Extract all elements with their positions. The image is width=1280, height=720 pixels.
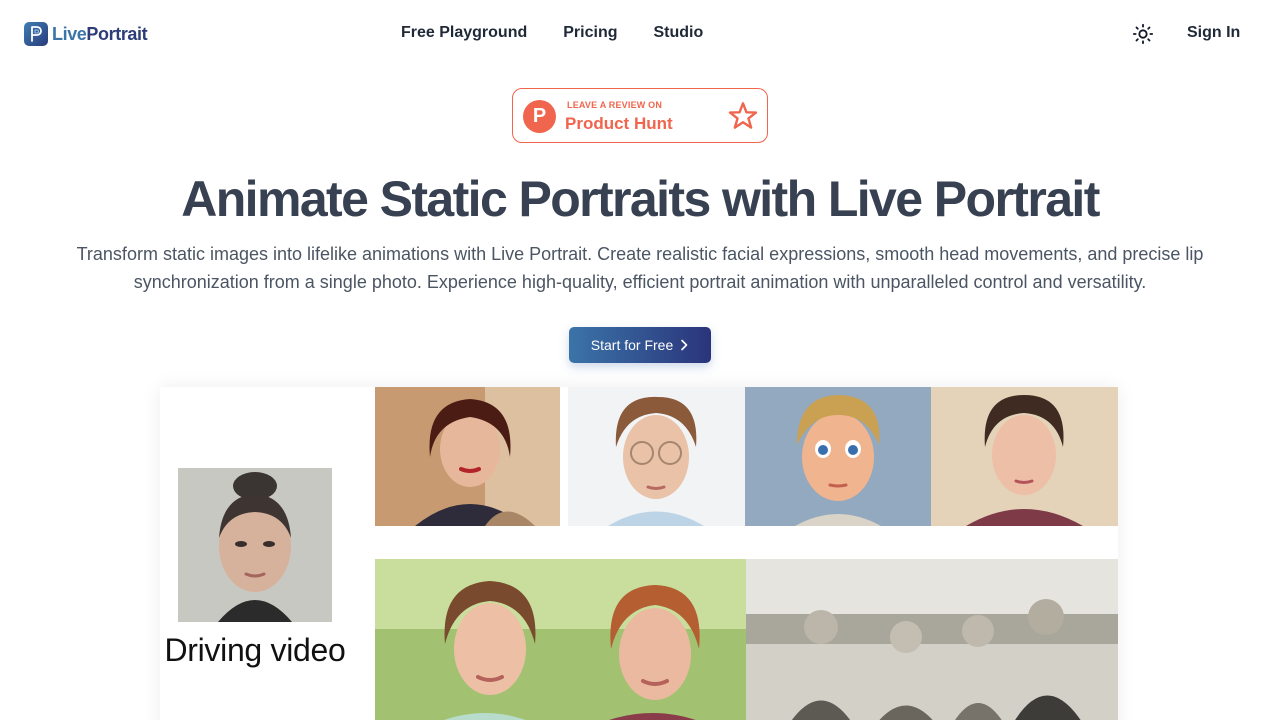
star-icon [728,102,758,129]
brand-name: LivePortrait [52,23,148,44]
theme-toggle-button[interactable] [1131,22,1155,46]
start-for-free-button[interactable]: Start for Free [569,327,711,363]
portrait-tile-woman-vintage[interactable] [375,387,560,526]
sign-in-link[interactable]: Sign In [1187,24,1240,42]
portrait-tile-boy-glasses[interactable] [568,387,745,526]
driving-video-frame[interactable] [178,468,332,622]
badge-big-text: Product Hunt [565,114,673,133]
demo-showcase: Driving video [160,387,1118,720]
portrait-tile-cartoon-boy[interactable] [745,387,931,526]
portrait-tile-two-women[interactable] [375,559,746,720]
sun-icon [1132,23,1154,45]
badge-small-text: LEAVE A REVIEW ON [567,100,663,110]
main-menu: Free Playground Pricing Studio [401,24,703,42]
top-nav: LivePortrait Free Playground Pricing Stu… [0,0,1280,68]
driving-video-label: Driving video [164,632,346,668]
product-hunt-icon: P [523,100,556,133]
hero-subtitle: Transform static images into lifelike an… [76,244,1204,292]
product-hunt-badge[interactable]: P LEAVE A REVIEW ON Product Hunt [512,88,768,143]
chevron-right-icon [681,339,688,351]
portrait-tile-woman-painting[interactable] [931,387,1118,526]
cta-label: Start for Free [590,337,674,353]
nav-link-free-playground[interactable]: Free Playground [401,24,527,42]
portrait-tile-group-photo[interactable] [746,559,1118,720]
logo-icon [24,22,48,46]
nav-link-pricing[interactable]: Pricing [563,24,617,42]
hero-title: Animate Static Portraits with Live Portr… [181,171,1100,227]
nav-link-studio[interactable]: Studio [653,24,703,42]
brand-logo-link[interactable]: LivePortrait [24,22,148,46]
